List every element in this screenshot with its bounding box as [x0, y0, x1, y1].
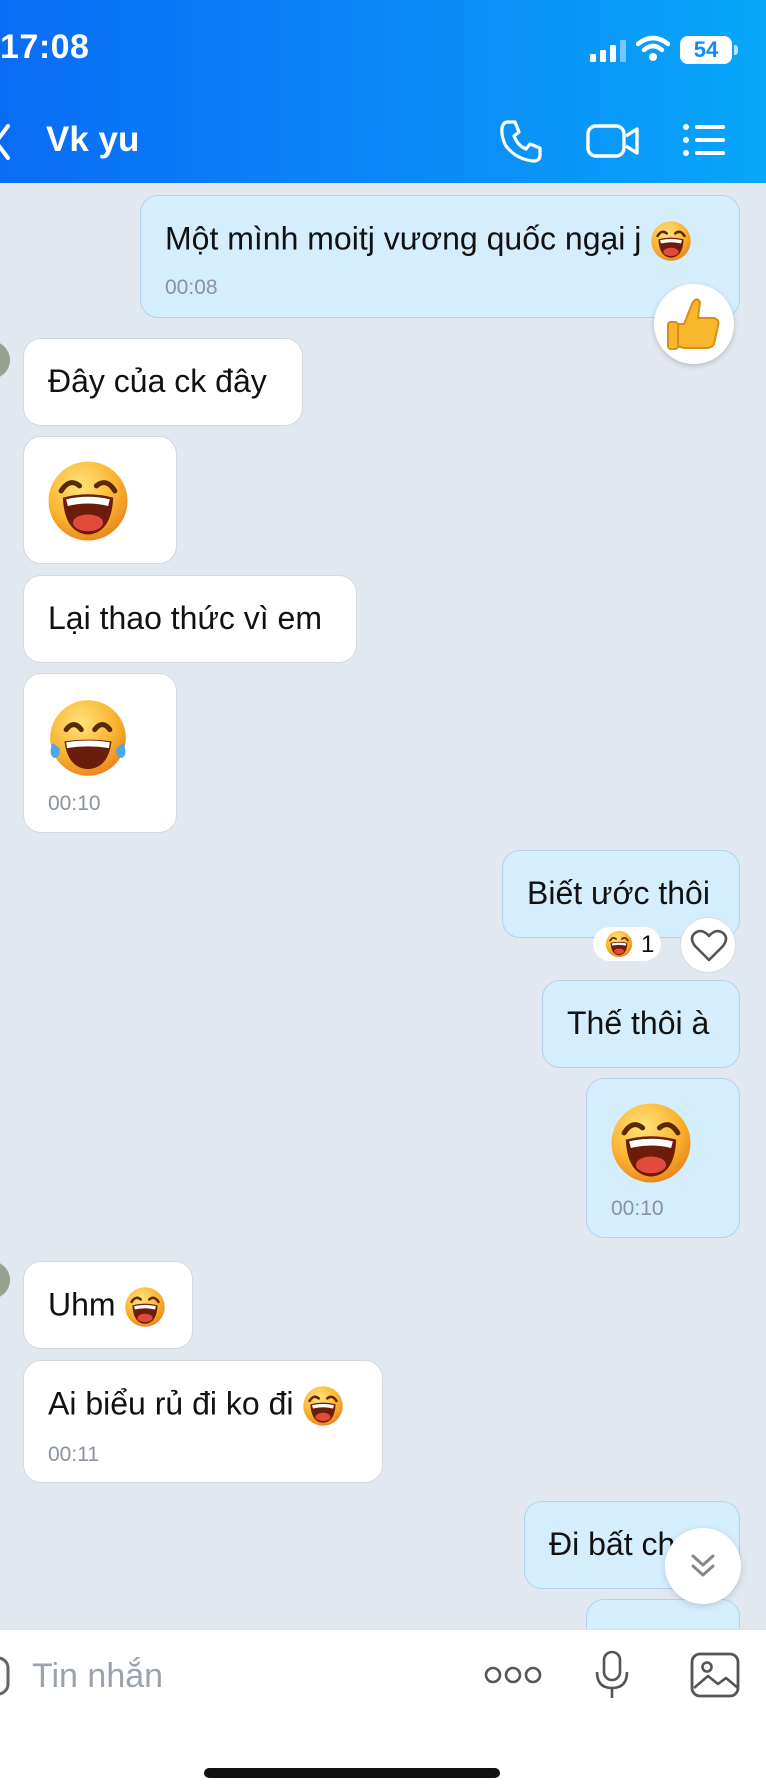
message-text: Một mình moitj vương quốc ngại j: [165, 220, 692, 262]
message-list[interactable]: Một mình moitj vương quốc ngại j 00:08 Đ…: [0, 183, 766, 1629]
message-bubble-outgoing[interactable]: 00:10: [586, 1078, 740, 1238]
message-bubble-incoming[interactable]: Uhm: [23, 1261, 193, 1349]
heart-icon[interactable]: [680, 917, 736, 973]
wifi-icon: [636, 35, 670, 61]
message-bubble-incoming[interactable]: Lại thao thức vì em: [23, 575, 357, 663]
message-text: Đây của ck đây: [48, 363, 267, 399]
avatar[interactable]: [0, 341, 10, 379]
message-time: 00:10: [48, 792, 101, 815]
list-menu-icon[interactable]: [682, 122, 726, 158]
battery-indicator: 54: [680, 36, 732, 64]
thumbs-up-icon[interactable]: [654, 284, 734, 364]
message-time: 00:08: [165, 276, 218, 299]
scroll-to-bottom-button[interactable]: [665, 1528, 741, 1604]
cellular-signal-icon: [590, 40, 626, 62]
reaction-summary[interactable]: 1: [593, 927, 661, 961]
message-text: Thế thôi à: [567, 1005, 710, 1041]
message-text: Uhm: [48, 1286, 166, 1328]
tears-of-joy-emoji-icon: [46, 696, 130, 780]
back-chevron-icon[interactable]: [0, 122, 12, 162]
message-bubble-incoming[interactable]: Ai biểu rủ đi ko đi 00:11: [23, 1360, 383, 1483]
laughing-emoji-icon: [302, 1385, 344, 1427]
message-time: 00:11: [48, 1443, 99, 1466]
message-text: Biết ước thôi: [527, 875, 710, 911]
laughing-emoji-icon: [605, 930, 633, 958]
sticker-icon[interactable]: [0, 1652, 12, 1700]
microphone-icon[interactable]: [592, 1650, 632, 1700]
message-bubble-incoming[interactable]: [23, 436, 177, 564]
message-text: Đi bất ch: [549, 1526, 676, 1562]
chat-header: 17:08 54 Vk yu: [0, 0, 766, 183]
message-bubble-outgoing[interactable]: Một mình moitj vương quốc ngại j 00:08: [140, 195, 740, 318]
avatar[interactable]: [0, 1261, 10, 1299]
laughing-emoji-icon: [46, 459, 130, 543]
image-icon[interactable]: [690, 1652, 740, 1698]
message-bubble-incoming[interactable]: 00:10: [23, 673, 177, 833]
message-time: 00:10: [611, 1197, 664, 1220]
message-bubble-incoming[interactable]: Đây của ck đây: [23, 338, 303, 426]
message-composer: [0, 1629, 766, 1792]
status-time: 17:08: [0, 28, 90, 66]
reaction-count: 1: [641, 931, 655, 958]
message-input[interactable]: [32, 1650, 432, 1702]
battery-cap: [734, 45, 738, 55]
message-text: Ai biểu rủ đi ko đi: [48, 1385, 344, 1427]
home-indicator[interactable]: [204, 1768, 500, 1778]
chevron-double-down-icon: [691, 1554, 715, 1577]
phone-icon[interactable]: [498, 118, 544, 164]
laughing-emoji-icon: [124, 1286, 166, 1328]
more-dots-icon[interactable]: [484, 1662, 542, 1688]
laughing-emoji-icon: [650, 220, 692, 262]
message-text: Lại thao thức vì em: [48, 600, 322, 636]
laughing-emoji-icon: [609, 1101, 693, 1185]
contact-name[interactable]: Vk yu: [46, 120, 139, 160]
message-bubble-outgoing[interactable]: Thế thôi à: [542, 980, 740, 1068]
video-camera-icon[interactable]: [586, 120, 640, 162]
